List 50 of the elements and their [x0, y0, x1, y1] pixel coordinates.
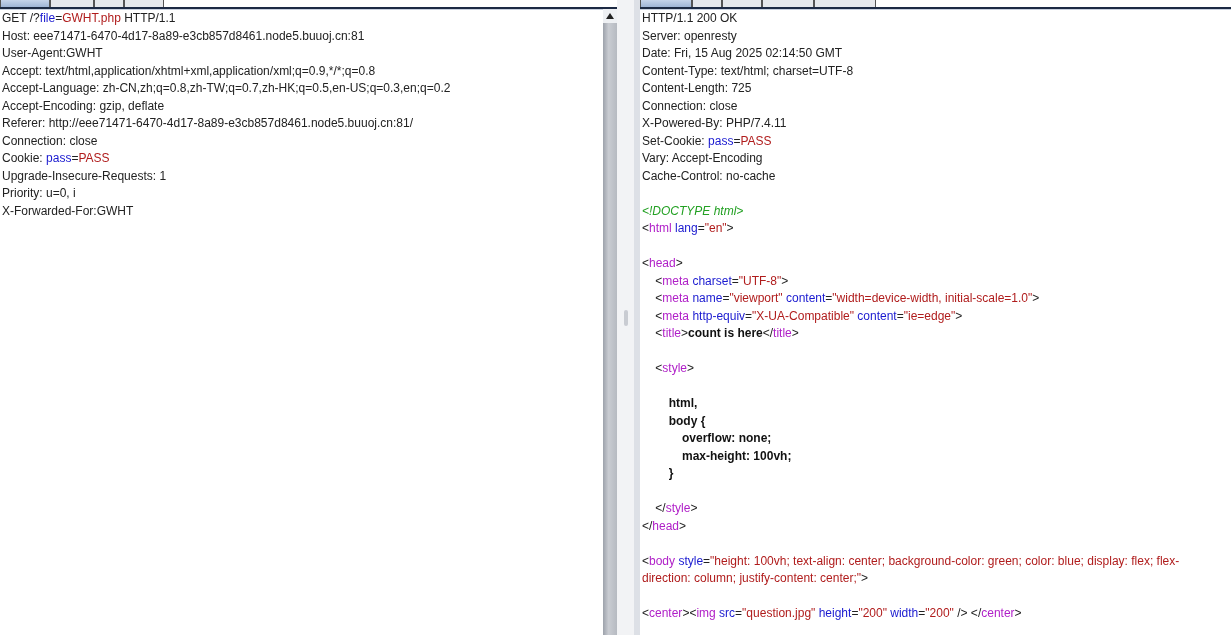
code-line: <body style="height: 100vh; text-align: center; background-color: green; color: blue; display: flex; flex-direction: column; justify-content: center;">	[642, 552, 1181, 587]
code-line: Date: Fri, 15 Aug 2025 02:14:50 GMT	[642, 45, 844, 62]
scroll-up-icon[interactable]	[606, 13, 614, 19]
code-line: Vary: Accept-Encoding	[642, 150, 764, 167]
code-line: <meta name="viewport" content="width=device-width, initial-scale=1.0">	[654, 290, 1041, 307]
code-line: <style>	[654, 360, 696, 377]
code-line: <title>count is here</title>	[654, 325, 800, 342]
code-line: Content-Type: text/html; charset=UTF-8	[642, 62, 855, 80]
code-line: <!DOCTYPE html>	[642, 202, 745, 220]
code-line: Priority: u=0, i	[2, 185, 77, 202]
editor-tab[interactable]	[0, 0, 50, 7]
code-line: Cookie: pass=PASS	[2, 150, 111, 167]
editor-tab[interactable]	[722, 0, 762, 7]
code-line: GET /?file=GWHT.php HTTP/1.1	[2, 10, 177, 27]
code-line: HTTP/1.1 200 OK	[642, 10, 739, 27]
editor-tab[interactable]	[814, 0, 876, 7]
code-line: html,	[667, 395, 699, 412]
code-line: Server: openresty	[642, 27, 738, 45]
code-line: Upgrade-Insecure-Requests: 1	[2, 167, 168, 185]
code-line: Accept-Encoding: gzip, deflate	[2, 97, 166, 115]
code-line: <meta http-equiv="X-UA-Compatible" content="ie=edge">	[654, 307, 964, 325]
editor-tab[interactable]	[124, 0, 164, 7]
code-line: Referer: http://eee71471-6470-4d17-8a89-e3cb857d8461.node5.buuoj.cn:81/	[2, 115, 414, 132]
editor-tab[interactable]	[692, 0, 722, 7]
code-line: Cache-Control: no-cache	[642, 167, 777, 185]
code-line: body {	[667, 412, 707, 430]
editor-tab[interactable]	[640, 0, 692, 7]
code-line: overflow: none;	[681, 430, 773, 447]
editor-tab[interactable]	[50, 0, 94, 7]
code-line: <meta charset="UTF-8">	[654, 272, 790, 290]
code-line: User-Agent:GWHT	[2, 45, 104, 62]
code-line: <center><img src="question.jpg" height="200" width="200" /> </center>	[642, 605, 1023, 622]
code-line: Connection: close	[642, 97, 739, 115]
code-line: X-Forwarded-For:GWHT	[2, 202, 135, 220]
code-line: </head>	[642, 517, 688, 535]
editor-tab[interactable]	[762, 0, 814, 7]
code-line: <html lang="en">	[642, 220, 735, 237]
code-line: Accept-Language: zh-CN,zh;q=0.8,zh-TW;q=0.7,zh-HK;q=0.5,en-US;q=0.3,en;q=0.2	[2, 80, 452, 97]
code-line: X-Powered-By: PHP/7.4.11	[642, 115, 788, 132]
code-line: Host: eee71471-6470-4d17-8a89-e3cb857d8461.node5.buuoj.cn:81	[2, 27, 366, 45]
code-line: }	[667, 465, 675, 482]
code-line: Set-Cookie: pass=PASS	[642, 132, 773, 150]
code-line: max-height: 100vh;	[681, 447, 793, 465]
editor-tab[interactable]	[94, 0, 124, 7]
code-line: </style>	[654, 500, 699, 517]
code-line: Connection: close	[2, 132, 99, 150]
code-line: Content-Length: 725	[642, 80, 753, 97]
scrollbar[interactable]	[603, 9, 617, 635]
code-line: <head>	[642, 255, 684, 272]
code-line: Accept: text/html,application/xhtml+xml,application/xml;q=0.9,*/*;q=0.8	[2, 62, 377, 80]
